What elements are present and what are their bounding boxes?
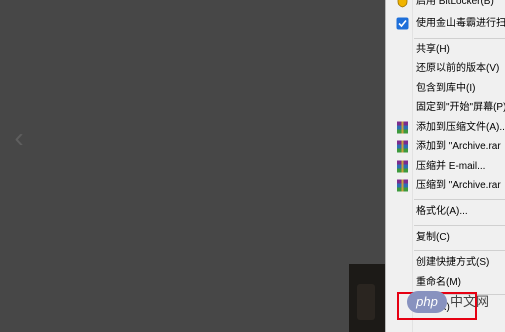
menu-item-label: 格式化(A)... (416, 206, 468, 217)
menu-separator (414, 250, 505, 251)
winrar-icon (396, 179, 409, 192)
menu-item-label: 还原以前的版本(V) (416, 63, 500, 74)
menu-separator (414, 225, 505, 226)
context-menu: 启用 BitLocker(B) 使用金山毒霸进行扫 共享(H) 还原以前的版本(… (385, 0, 505, 332)
menu-item-label: 固定到"开始"屏幕(P) (416, 102, 505, 113)
menu-item-label: 共享(H) (416, 44, 450, 55)
menu-item-add-to-archive-rar[interactable]: 添加到 "Archive.rar (386, 137, 505, 156)
menu-item-compress-and-email[interactable]: 压缩并 E-mail... (386, 157, 505, 176)
menu-separator (414, 199, 505, 200)
menu-item-add-to-archive[interactable]: 添加到压缩文件(A)... (386, 118, 505, 137)
kingsoft-antivirus-icon (396, 17, 409, 30)
menu-item-compress-to-archive-rar[interactable]: 压缩到 "Archive.rar (386, 176, 505, 195)
menu-item-label: 创建快捷方式(S) (416, 257, 490, 268)
menu-item-restore-previous-versions[interactable]: 还原以前的版本(V) (386, 59, 505, 78)
menu-item-label: 重命名(M) (416, 277, 461, 288)
winrar-icon (396, 121, 409, 134)
menu-item-label: 压缩并 E-mail... (416, 161, 486, 172)
menu-item-bitlocker[interactable]: 启用 BitLocker(B) (386, 0, 505, 11)
menu-item-rename[interactable]: 重命名(M) (386, 273, 505, 292)
menu-item-format[interactable]: 格式化(A)... (386, 202, 505, 221)
image-viewer-background (0, 0, 349, 332)
background-photo-fragment (349, 264, 385, 332)
watermark-site-text: 中文网 (450, 294, 490, 309)
php-logo: php (407, 291, 447, 313)
menu-item-label: 使用金山毒霸进行扫 (416, 18, 505, 29)
menu-item-label: 添加到压缩文件(A)... (416, 122, 505, 133)
bitlocker-shield-icon (396, 0, 409, 8)
menu-item-label: 添加到 "Archive.rar (416, 141, 501, 152)
menu-item-create-shortcut[interactable]: 创建快捷方式(S) (386, 253, 505, 272)
menu-item-share[interactable]: 共享(H) (386, 40, 505, 59)
previous-image-arrow-icon[interactable]: ‹ (8, 124, 30, 152)
menu-item-pin-to-start[interactable]: 固定到"开始"屏幕(P) (386, 98, 505, 117)
menu-item-copy[interactable]: 复制(C) (386, 228, 505, 247)
menu-item-include-in-library[interactable]: 包含到库中(I) (386, 79, 505, 98)
menu-item-label: 包含到库中(I) (416, 83, 476, 94)
menu-item-kingsoft-scan[interactable]: 使用金山毒霸进行扫 (386, 14, 505, 33)
menu-separator (414, 38, 505, 39)
menu-item-label: 复制(C) (416, 232, 450, 243)
winrar-icon (396, 140, 409, 153)
menu-item-label: 压缩到 "Archive.rar (416, 180, 501, 191)
menu-item-label: 启用 BitLocker(B) (416, 0, 494, 7)
winrar-icon (396, 160, 409, 173)
